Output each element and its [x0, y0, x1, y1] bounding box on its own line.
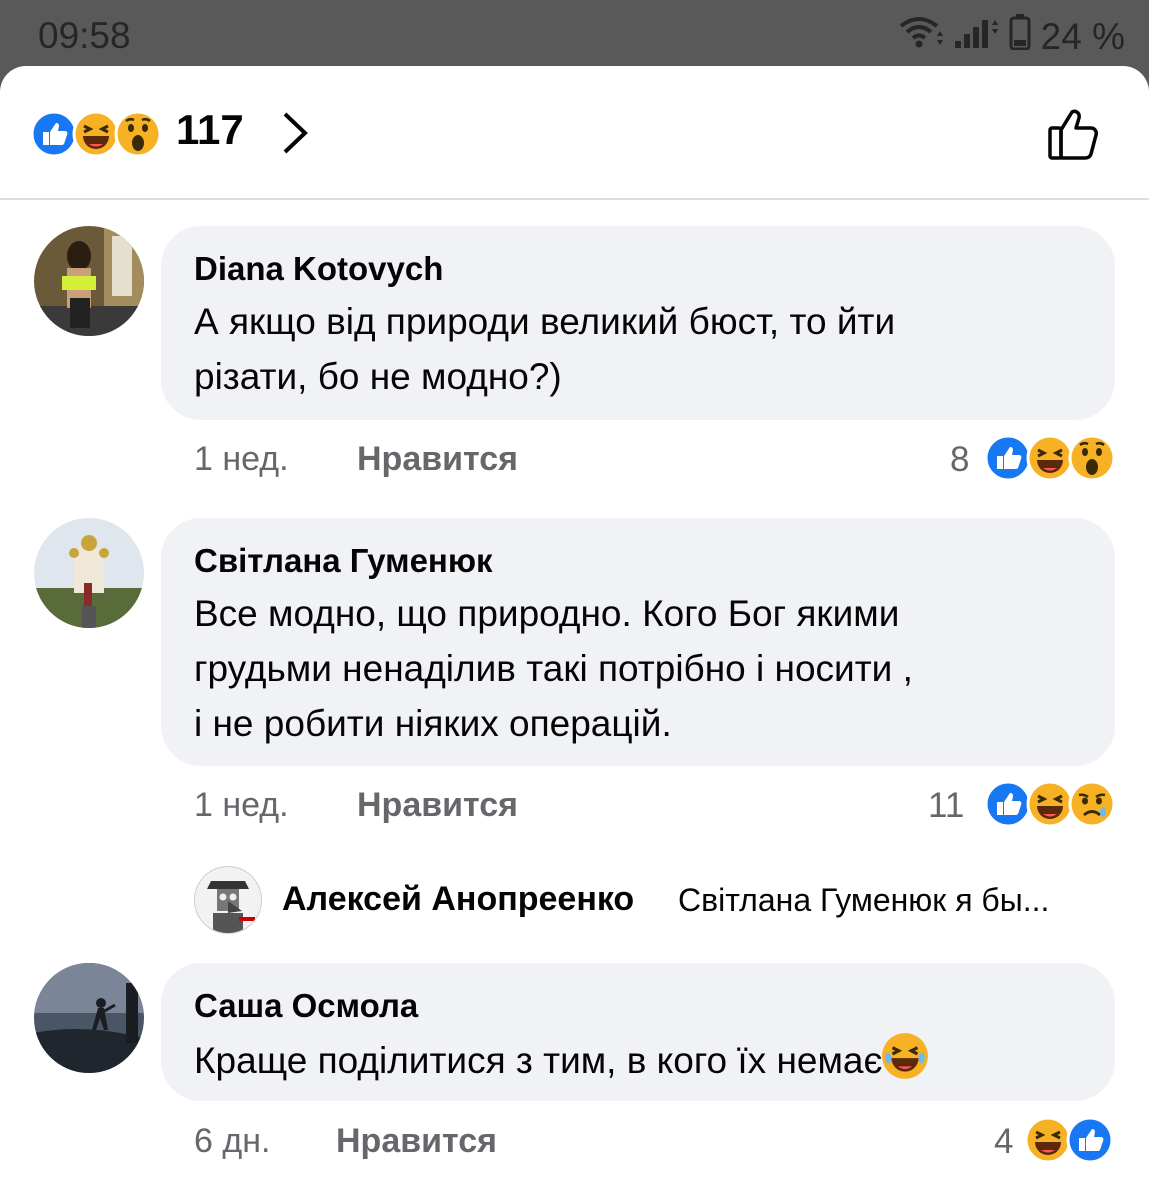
comments-sheet: 117 Diana Kotovych А якщо від природи ве… [0, 66, 1149, 1200]
comment-line: різати, бо не модно?) [194, 356, 562, 397]
haha-icon [1024, 1116, 1072, 1169]
reactions-header: 117 [0, 66, 1149, 200]
comment-author[interactable]: Diana Kotovych [194, 250, 443, 288]
reactions-total[interactable]: 117 [176, 106, 244, 154]
like-icon [984, 434, 1032, 487]
comment-bubble[interactable]: Світлана Гуменюк Все модно, що природно.… [161, 518, 1115, 766]
comment-line: і не робити ніяких операцій. [194, 703, 672, 744]
reply-text: Світлана Гуменюк я бы... [678, 882, 1050, 918]
like-button[interactable]: Нравится [357, 440, 518, 479]
like-outline-icon[interactable] [1046, 104, 1104, 167]
comment-reactions[interactable] [984, 434, 1116, 487]
like-button[interactable]: Нравится [336, 1122, 497, 1161]
reaction-summary[interactable] [30, 110, 162, 163]
reply-preview[interactable]: Алексей Анопреенко Світлана Гуменюк я бы… [194, 866, 1124, 936]
haha-icon [1026, 780, 1074, 833]
comment-line: Все модно, що природно. Кого Бог якими [194, 593, 900, 634]
signal-icon [953, 15, 999, 58]
comment-text: Все модно, що природно. Кого Бог якими г… [194, 586, 913, 751]
chevron-right-icon[interactable] [280, 110, 310, 161]
comment-text: Краще поділитися з тим, в кого їх немає [194, 1031, 930, 1096]
status-bar: 09:58 24 % [0, 0, 1149, 70]
wow-icon [1068, 434, 1116, 487]
comment-author[interactable]: Світлана Гуменюк [194, 542, 493, 580]
comment-time[interactable]: 6 дн. [194, 1122, 270, 1161]
status-icons: 24 % [899, 14, 1125, 59]
battery-icon [1009, 14, 1031, 59]
reaction-count[interactable]: 11 [928, 786, 964, 826]
avatar[interactable] [34, 963, 144, 1073]
comment-line: грудьми ненаділив такі потрібно і носити… [194, 648, 913, 689]
like-button[interactable]: Нравится [357, 786, 518, 825]
comment-text: А якщо від природи великий бюст, то йти … [194, 294, 895, 404]
avatar[interactable] [34, 226, 144, 336]
haha-icon [1026, 434, 1074, 487]
comment-bubble[interactable]: Diana Kotovych А якщо від природи велики… [161, 226, 1115, 420]
like-icon [30, 110, 78, 163]
battery-percent: 24 % [1040, 15, 1125, 57]
haha-icon [880, 1031, 930, 1096]
avatar[interactable] [194, 866, 262, 934]
comment-bubble[interactable]: Саша Осмола Краще поділитися з тим, в ко… [161, 963, 1115, 1101]
like-icon [984, 780, 1032, 833]
comment-time[interactable]: 1 нед. [194, 786, 289, 825]
haha-icon [72, 110, 120, 163]
reaction-count[interactable]: 4 [994, 1122, 1013, 1162]
comment-reactions[interactable] [984, 780, 1116, 833]
comment-time[interactable]: 1 нед. [194, 440, 289, 479]
reply-author[interactable]: Алексей Анопреенко [282, 880, 634, 919]
comment-author[interactable]: Саша Осмола [194, 987, 418, 1025]
wifi-icon [899, 14, 943, 59]
like-icon [1066, 1116, 1114, 1169]
reaction-count[interactable]: 8 [950, 440, 969, 480]
wow-icon [114, 110, 162, 163]
avatar[interactable] [34, 518, 144, 628]
status-time: 09:58 [38, 15, 131, 56]
sad-icon [1068, 780, 1116, 833]
comment-reactions[interactable] [1024, 1116, 1114, 1169]
comment-line: А якщо від природи великий бюст, то йти [194, 301, 896, 342]
comment-line: Краще поділитися з тим, в кого їх немає [194, 1040, 883, 1081]
